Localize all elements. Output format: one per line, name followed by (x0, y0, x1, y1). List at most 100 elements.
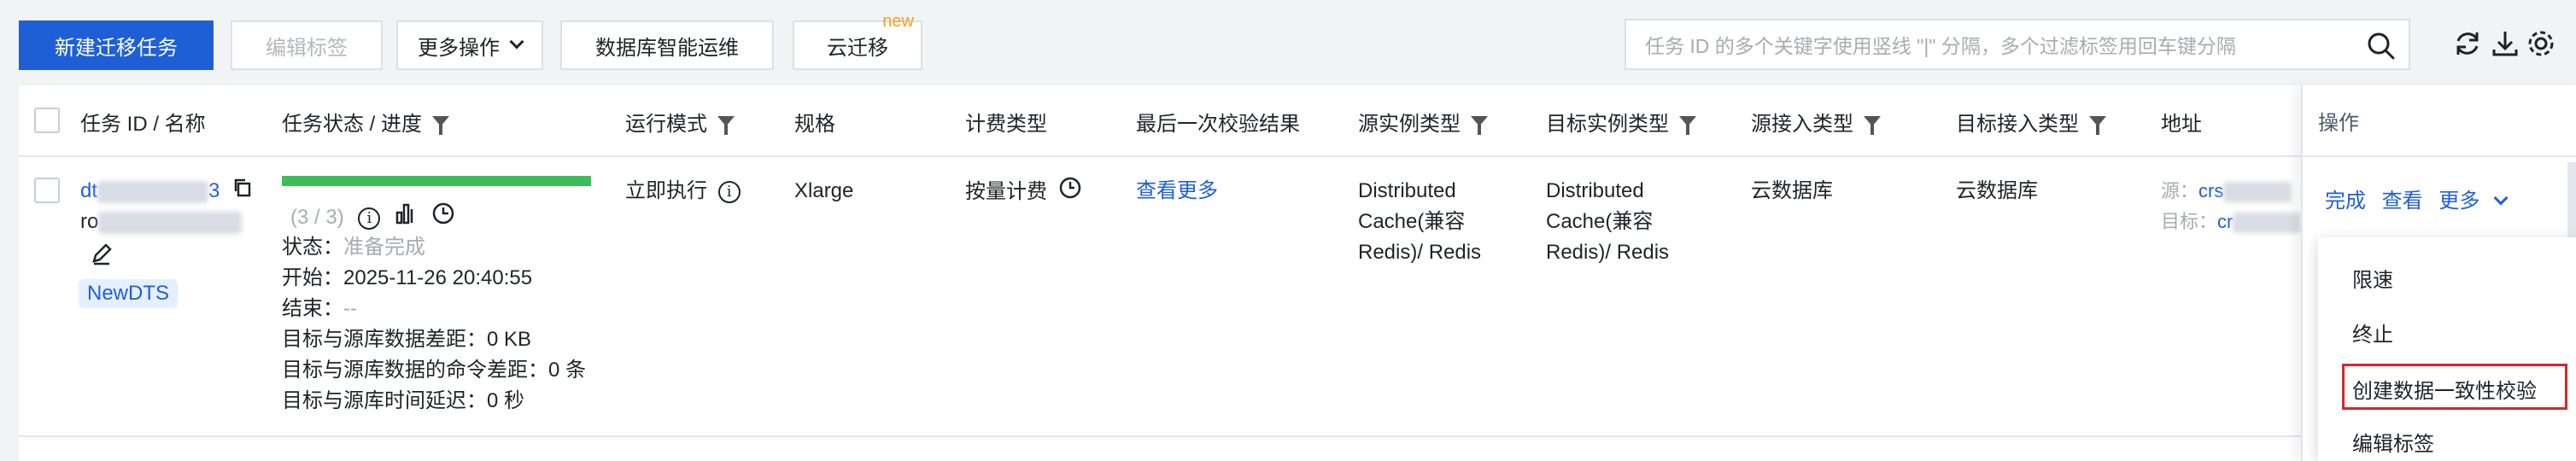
col-task: 任务 ID / 名称 (80, 85, 206, 157)
status-line: 状态：准备完成 (282, 232, 425, 263)
status-value: 准备完成 (343, 236, 425, 259)
more-actions-button[interactable]: 更多操作 (396, 20, 543, 70)
filter-icon[interactable] (2089, 116, 2106, 135)
progress-count-row: (3 / 3) i (290, 201, 455, 235)
copy-icon[interactable] (232, 177, 253, 207)
col-billing: 计费类型 (965, 85, 1047, 157)
col-address: 地址 (2161, 85, 2202, 157)
refresh-icon[interactable] (2451, 27, 2484, 60)
menu-item-create-consistency-check[interactable]: 创建数据一致性校验 (2352, 374, 2537, 404)
address-src-label: 源： (2161, 180, 2199, 201)
col-dst-type-label: 目标实例类型 (1546, 112, 1669, 136)
address-dst-label: 目标： (2161, 211, 2218, 232)
db-ops-button[interactable]: 数据库智能运维 (560, 20, 774, 70)
billing: 按量计费 (965, 176, 1082, 209)
cloud-migrate-button[interactable]: 云迁移 new (793, 12, 922, 70)
last-check-link[interactable]: 查看更多 (1136, 176, 1218, 207)
col-mode: 运行模式 (625, 85, 735, 157)
src-type: Distributed Cache(兼容 Redis)/ Redis (1358, 176, 1481, 268)
address-dst-value[interactable]: cr (2217, 211, 2233, 232)
col-ops-label: 操作 (2318, 111, 2359, 135)
col-dst-access-label: 目标接入类型 (1956, 112, 2079, 136)
col-src-access-label: 源接入类型 (1751, 112, 1853, 136)
blurred-text (2233, 213, 2302, 234)
search-icon[interactable] (2364, 29, 2398, 63)
src-type-line: Cache(兼容 (1358, 210, 1466, 233)
blurred-text (2223, 182, 2292, 203)
info-icon[interactable]: i (717, 180, 741, 203)
col-task-label: 任务 ID / 名称 (80, 112, 206, 136)
more-dropdown-menu: 限速 终止 创建数据一致性校验 编辑标签 (2318, 237, 2576, 461)
menu-item-edit-tag[interactable]: 编辑标签 (2352, 427, 2434, 457)
menu-item-terminate[interactable]: 终止 (2352, 318, 2393, 347)
billing-value: 按量计费 (965, 179, 1047, 203)
cmd-gap-line: 目标与源库数据的命令差距：0 条 (282, 355, 586, 386)
chevron-down-icon (509, 34, 524, 50)
task-table: 任务 ID / 名称 任务状态 / 进度 运行模式 规格 计费类型 最后一次校验… (19, 85, 2576, 461)
run-mode: 立即执行 i (625, 176, 741, 207)
delay-label: 目标与源库时间延迟： (282, 389, 487, 412)
complete-link[interactable]: 完成 (2325, 190, 2366, 213)
info-icon[interactable]: i (358, 207, 381, 230)
settings-gear-icon[interactable] (2525, 27, 2557, 60)
search-input[interactable]: 任务 ID 的多个关键字使用竖线 "|" 分隔，多个过滤标签用回车键分隔 (1625, 19, 2410, 70)
col-dst-type: 目标实例类型 (1546, 85, 1696, 157)
filter-icon[interactable] (1679, 116, 1696, 135)
dst-type: Distributed Cache(兼容 Redis)/ Redis (1546, 176, 1669, 268)
clock-icon[interactable] (431, 201, 455, 235)
ops-actions: 完成 查看 更多 (2325, 186, 2509, 217)
menu-item-rate-limit[interactable]: 限速 (2352, 263, 2393, 293)
filter-icon[interactable] (432, 116, 450, 135)
run-mode-value: 立即执行 (625, 179, 707, 202)
edit-tag-button[interactable]: 编辑标签 (231, 20, 383, 70)
col-status-label: 任务状态 / 进度 (282, 112, 423, 136)
more-link[interactable]: 更多 (2438, 190, 2479, 213)
new-migration-task-button[interactable]: 新建迁移任务 (19, 20, 214, 70)
edit-pencil-icon[interactable] (89, 241, 114, 276)
edit-tag-label: 编辑标签 (266, 36, 348, 60)
address-src-value[interactable]: crs (2198, 180, 2223, 201)
row-checkbox[interactable] (34, 178, 60, 203)
filter-icon[interactable] (1471, 116, 1488, 135)
col-src-access: 源接入类型 (1751, 85, 1881, 157)
task-id-prefix[interactable]: dt (80, 179, 97, 202)
toolbar: 新建迁移任务 编辑标签 更多操作 数据库智能运维 云迁移 new 任务 ID 的… (0, 0, 2576, 85)
end-value: -- (343, 297, 357, 320)
src-access-value: 云数据库 (1751, 179, 1833, 202)
spec-value: Xlarge (794, 179, 854, 202)
col-billing-label: 计费类型 (965, 112, 1047, 136)
col-status: 任务状态 / 进度 (282, 85, 450, 157)
address-dst: 目标：cr (2161, 207, 2302, 237)
filter-icon[interactable] (1864, 116, 1881, 135)
filter-icon[interactable] (717, 116, 735, 135)
address-src: 源：crs (2161, 176, 2292, 207)
end-line: 结束：-- (282, 294, 357, 324)
chevron-down-icon[interactable] (2493, 190, 2509, 206)
view-link[interactable]: 查看 (2382, 190, 2423, 213)
start-label: 开始： (282, 266, 343, 289)
col-mode-label: 运行模式 (625, 112, 707, 136)
more-actions-label: 更多操作 (418, 36, 500, 60)
task-id-suffix[interactable]: 3 (208, 179, 220, 202)
progress-count: (3 / 3) (290, 205, 344, 229)
data-gap-label: 目标与源库数据差距： (282, 328, 487, 351)
data-gap-value: 0 KB (487, 328, 532, 351)
task-id[interactable]: dt 3 (80, 176, 253, 207)
cmd-gap-label: 目标与源库数据的命令差距： (282, 359, 548, 382)
blurred-text (97, 180, 209, 203)
bar-chart-icon[interactable] (395, 202, 417, 234)
col-address-label: 地址 (2161, 112, 2202, 136)
dst-type-line: Cache(兼容 (1546, 210, 1654, 233)
new-migration-task-label: 新建迁移任务 (55, 36, 178, 60)
dst-type-line: Redis)/ Redis (1546, 241, 1670, 264)
download-icon[interactable] (2489, 27, 2521, 60)
new-badge: new (882, 12, 914, 31)
cmd-gap-value: 0 条 (548, 359, 587, 382)
delay-value: 0 秒 (487, 389, 525, 412)
clock-icon[interactable] (1058, 176, 1082, 209)
select-all-checkbox[interactable] (34, 108, 60, 133)
dst-access-value: 云数据库 (1956, 179, 2038, 202)
col-spec: 规格 (794, 85, 835, 157)
search-placeholder: 任务 ID 的多个关键字使用竖线 "|" 分隔，多个过滤标签用回车键分隔 (1645, 35, 2236, 57)
start-line: 开始：2025-11-26 20:40:55 (282, 263, 532, 294)
